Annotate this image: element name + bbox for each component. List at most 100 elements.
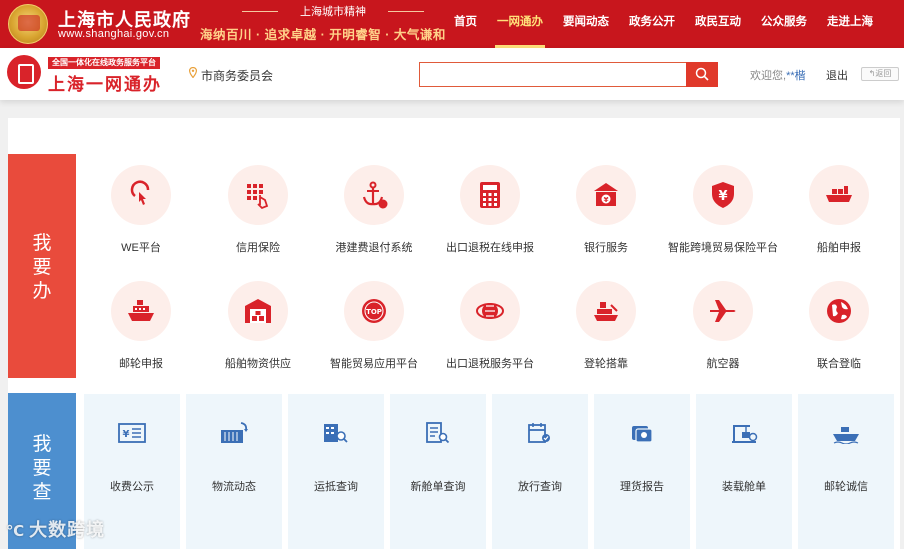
- svg-text:¥: ¥: [718, 189, 727, 204]
- service-boarding[interactable]: 登轮搭靠: [550, 281, 662, 391]
- welcome-text: 欢迎您,**楷: [750, 67, 806, 83]
- airplane-icon: [710, 300, 736, 322]
- query-release[interactable]: 放行查询: [492, 394, 588, 549]
- service-name: 信用保险: [236, 242, 280, 254]
- service-joint-boarding[interactable]: 联合登临: [783, 281, 895, 391]
- city-spirit-title: 上海城市精神: [238, 3, 428, 19]
- watermark-text: 大数跨境: [29, 520, 106, 540]
- main-nav: 首页 一网通办 要闻动态 政务公开 政民互动 公众服务 走进上海: [444, 0, 883, 48]
- service-ship-supply[interactable]: 船舶物资供应: [202, 281, 314, 391]
- back-label: 返回: [875, 69, 892, 78]
- logout-link[interactable]: 退出: [826, 67, 848, 83]
- yen-receipt-icon: ¥: [118, 423, 146, 443]
- query-name: 放行查询: [518, 481, 562, 493]
- service-port-fee-refund[interactable]: 港建费退付系统: [318, 165, 430, 275]
- globe-ring-icon: [476, 303, 504, 319]
- globe-icon: [827, 299, 851, 323]
- calculator-icon: [480, 182, 500, 208]
- service-export-tax-platform[interactable]: 出口退税服务平台: [434, 281, 546, 391]
- government-emblem-icon: [8, 4, 48, 44]
- service-name: 登轮搭靠: [584, 358, 628, 370]
- service-name: 出口退税在线申报: [446, 242, 534, 254]
- ship-icon: [833, 427, 859, 444]
- back-button[interactable]: ↰返回: [861, 67, 899, 81]
- query-name: 物流动态: [212, 481, 256, 493]
- service-bank[interactable]: ¥ 银行服务: [550, 165, 662, 275]
- service-name: 船舶物资供应: [225, 358, 291, 370]
- service-we-platform[interactable]: WE平台: [85, 165, 197, 275]
- touch-icon: [130, 180, 150, 205]
- building-search-icon: [324, 424, 348, 443]
- top-header: 上海市人民政府 www.shanghai.gov.cn 上海城市精神 海纳百川 …: [0, 0, 904, 48]
- query-name: 运抵查询: [314, 481, 358, 493]
- query-name: 理货报告: [620, 481, 664, 493]
- cargo-ship-icon: [826, 186, 852, 202]
- service-name: 邮轮申报: [119, 358, 163, 370]
- query-arrival[interactable]: 运抵查询: [288, 394, 384, 549]
- service-name: WE平台: [121, 242, 161, 254]
- boarding-icon: [594, 302, 618, 321]
- welcome-label: 欢迎您,: [750, 70, 787, 82]
- service-vessel-declare[interactable]: 船舶申报: [783, 165, 895, 275]
- location-selector[interactable]: 市商务委员会: [201, 67, 273, 84]
- anchor-yen-icon: [362, 181, 388, 209]
- query-cruise-integrity[interactable]: 邮轮诚信: [798, 394, 894, 549]
- section-check-label: 我要查: [32, 434, 52, 503]
- service-name: 银行服务: [584, 242, 628, 254]
- service-cruise-declare[interactable]: 邮轮申报: [85, 281, 197, 391]
- stack-icon: [632, 426, 653, 443]
- one-stop-logo-icon[interactable]: [7, 55, 41, 89]
- document-search-icon: [426, 422, 450, 444]
- top-badge-icon: TOP: [362, 299, 386, 323]
- nav-public-service[interactable]: 公众服务: [751, 0, 817, 48]
- shield-yen-icon: ¥: [712, 182, 734, 208]
- service-smart-trade[interactable]: TOP 智能贸易应用平台: [318, 281, 430, 391]
- search-input[interactable]: [419, 62, 687, 87]
- bank-icon: ¥: [594, 183, 618, 206]
- svg-text:¥: ¥: [123, 429, 130, 440]
- service-name: 出口退税服务平台: [446, 358, 534, 370]
- query-loading-manifest[interactable]: 装载舱单: [696, 394, 792, 549]
- nav-about-shanghai[interactable]: 走进上海: [817, 0, 883, 48]
- query-logistics[interactable]: 物流动态: [186, 394, 282, 549]
- service-aircraft[interactable]: 航空器: [667, 281, 779, 391]
- nav-one-stop[interactable]: 一网通办: [487, 0, 553, 48]
- search-button[interactable]: [686, 62, 718, 87]
- search-icon: [695, 67, 709, 81]
- user-name[interactable]: **楷: [786, 70, 806, 82]
- nav-news[interactable]: 要闻动态: [553, 0, 619, 48]
- query-new-manifest[interactable]: 新舱单查询: [390, 394, 486, 549]
- platform-badge: 全国一体化在线政务服务平台: [48, 57, 160, 69]
- query-name: 新舱单查询: [410, 481, 466, 493]
- query-name: 收费公示: [110, 481, 154, 493]
- query-tally-report[interactable]: 理货报告: [594, 394, 690, 549]
- container-icon: [221, 422, 248, 443]
- gov-site-url: www.shanghai.gov.cn: [58, 28, 170, 40]
- query-name: 邮轮诚信: [824, 481, 868, 493]
- keypad-hand-icon: [247, 184, 269, 210]
- nav-interaction[interactable]: 政民互动: [685, 0, 751, 48]
- nav-gov-open[interactable]: 政务公开: [619, 0, 685, 48]
- city-spirit-text: 海纳百川 · 追求卓越 · 开明睿智 · 大气谦和: [200, 28, 446, 42]
- platform-title[interactable]: 上海一网通办: [48, 70, 162, 95]
- service-name: 船舶申报: [817, 242, 861, 254]
- crane-icon: [732, 425, 758, 443]
- query-name: 装载舱单: [722, 481, 766, 493]
- service-name: 联合登临: [817, 358, 861, 370]
- watermark-logo-icon: ℃: [6, 523, 26, 540]
- warehouse-icon: [245, 299, 271, 323]
- service-name: 航空器: [706, 358, 740, 370]
- cruise-ship-icon: [128, 300, 154, 321]
- calendar-check-icon: [528, 423, 550, 443]
- service-name: 港建费退付系统: [335, 242, 413, 254]
- nav-home[interactable]: 首页: [444, 0, 487, 48]
- service-export-tax-online[interactable]: 出口退税在线申报: [434, 165, 546, 275]
- section-do-label: 我要办: [32, 233, 52, 302]
- svg-text:¥: ¥: [604, 196, 609, 204]
- watermark: ℃ 大数跨境: [6, 516, 105, 542]
- service-credit-insurance[interactable]: 信用保险: [202, 165, 314, 275]
- service-crossborder-insurance[interactable]: ¥ 智能跨境贸易保险平台: [667, 165, 779, 275]
- location-pin-icon[interactable]: [189, 67, 197, 78]
- section-do: 我要办: [8, 154, 76, 378]
- service-name: 智能贸易应用平台: [330, 358, 418, 370]
